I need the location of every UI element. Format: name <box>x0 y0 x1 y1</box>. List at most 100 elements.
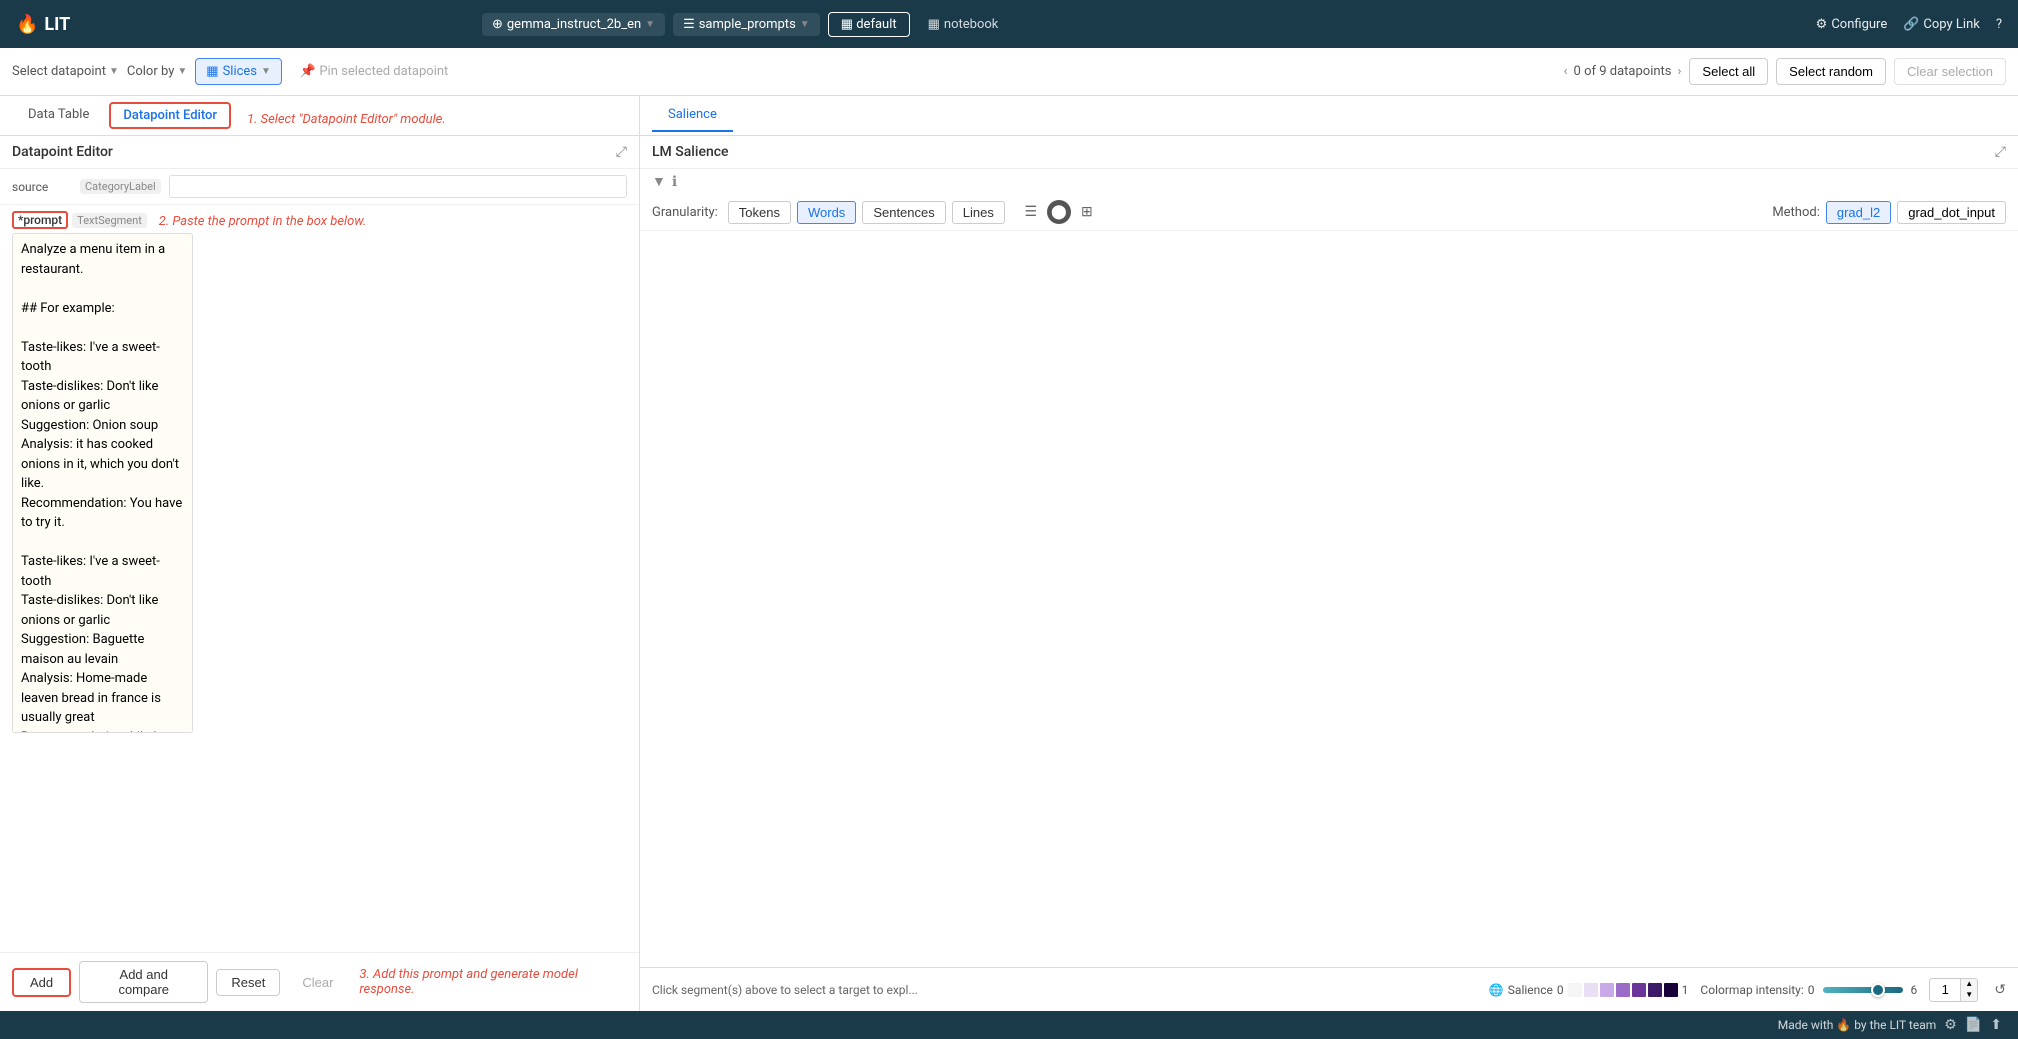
datapoints-count: 0 of 9 datapoints <box>1574 64 1672 79</box>
prompt-type: TextSegment <box>72 213 147 228</box>
colormap-thumb <box>1871 983 1885 997</box>
number-arrows: ▲ ▼ <box>1960 979 1977 1001</box>
select-datapoint-label: Select datapoint <box>12 64 106 79</box>
left-tab-bar: Data Table Datapoint Editor 1. Select "D… <box>0 96 639 136</box>
add-compare-button[interactable]: Add and compare <box>79 961 208 1003</box>
model-chevron: ▼ <box>645 19 655 30</box>
pin-button[interactable]: 📌 Pin selected datapoint <box>290 59 458 84</box>
colormap-label: Colormap intensity: <box>1700 983 1803 997</box>
footer-icon-2[interactable]: 📄 <box>1965 1017 1982 1033</box>
colormap-value-input[interactable] <box>1930 980 1960 999</box>
tab-data-table[interactable]: Data Table <box>12 99 105 132</box>
footer-text: Made with 🔥 by the LIT team <box>1778 1018 1936 1032</box>
prompt-label-container: *prompt TextSegment 2. Paste the prompt … <box>12 209 366 229</box>
granularity-sentences[interactable]: Sentences <box>862 201 945 224</box>
status-text: Click segment(s) above to select a targe… <box>652 983 1477 997</box>
granularity-tokens[interactable]: Tokens <box>728 201 791 224</box>
right-module-title: LM Salience <box>652 144 729 160</box>
right-expand-icon[interactable]: ⤢ <box>1995 144 2006 160</box>
granularity-lines[interactable]: Lines <box>952 201 1005 224</box>
configure-button[interactable]: ⚙ Configure <box>1816 17 1888 32</box>
color-by-dropdown[interactable]: Color by ▼ <box>127 64 187 79</box>
salience-content <box>640 231 2018 967</box>
salience-min: 0 <box>1557 983 1564 997</box>
number-up[interactable]: ▲ <box>1961 979 1977 990</box>
bottom-bar: Click segment(s) above to select a targe… <box>640 967 2018 1011</box>
select-datapoint-dropdown[interactable]: Select datapoint ▼ <box>12 64 119 79</box>
colormap-slider[interactable] <box>1823 987 1903 993</box>
select-random-button[interactable]: Select random <box>1776 58 1886 85</box>
flame-icon: 🔥 <box>16 14 38 35</box>
configure-label: Configure <box>1831 17 1887 32</box>
footer-icon-3[interactable]: ⬆ <box>1990 1017 2002 1033</box>
salience-controls: Granularity: Tokens Words Sentences Line… <box>640 194 2018 231</box>
select-all-button[interactable]: Select all <box>1689 58 1768 85</box>
colormap-max: 6 <box>1911 983 1918 997</box>
toolbar: Select datapoint ▼ Color by ▼ ▦ Slices ▼… <box>0 48 2018 96</box>
swatch-1 <box>1568 983 1582 997</box>
module-title: Datapoint Editor <box>12 144 113 160</box>
expand-icon[interactable]: ⤢ <box>616 144 627 160</box>
color-swatches <box>1568 983 1678 997</box>
source-label: source <box>12 180 72 194</box>
number-input-container: ▲ ▼ <box>1929 978 1978 1002</box>
left-panel: Data Table Datapoint Editor 1. Select "D… <box>0 96 640 1011</box>
dataset-icon: ☰ <box>683 17 695 32</box>
footer-icon-1[interactable]: ⚙ <box>1944 1017 1957 1033</box>
prompt-textarea[interactable] <box>12 233 193 733</box>
number-down[interactable]: ▼ <box>1961 990 1977 1001</box>
prompt-label: *prompt <box>12 211 68 229</box>
source-type: CategoryLabel <box>80 179 161 194</box>
datapoints-nav: ‹ 0 of 9 datapoints › <box>1564 64 1682 79</box>
default-tab[interactable]: ▦ default <box>828 12 910 37</box>
slices-icon: ▦ <box>206 64 218 79</box>
notebook-icon: ▦ <box>928 17 940 32</box>
instruction-2: 2. Paste the prompt in the box below. <box>159 212 367 229</box>
slices-dropdown[interactable]: ▦ Slices ▼ <box>195 58 282 85</box>
dataset-selector[interactable]: ☰ sample_prompts ▼ <box>673 13 820 36</box>
granularity-words[interactable]: Words <box>797 201 856 224</box>
source-field-row: source CategoryLabel <box>0 169 639 205</box>
salience-indicator: 🌐 Salience 0 1 <box>1489 983 1689 997</box>
footer: Made with 🔥 by the LIT team ⚙ 📄 ⬆ <box>0 1011 2018 1039</box>
help-button[interactable]: ? <box>1996 17 2002 32</box>
circle-view-icon[interactable]: ⬤ <box>1047 200 1071 224</box>
swatch-4 <box>1616 983 1630 997</box>
model-name: gemma_instruct_2b_en <box>507 17 641 32</box>
source-input[interactable] <box>169 175 627 198</box>
grid-view-icon[interactable]: ⊞ <box>1075 200 1099 224</box>
salience-info-icon[interactable]: ℹ <box>672 174 677 190</box>
colormap-min: 0 <box>1808 983 1815 997</box>
method-grad-l2[interactable]: grad_l2 <box>1826 201 1891 224</box>
nav-prev[interactable]: ‹ <box>1564 64 1568 79</box>
main-content: Data Table Datapoint Editor 1. Select "D… <box>0 96 2018 1011</box>
refresh-icon[interactable]: ↺ <box>1994 982 2006 998</box>
model-selector[interactable]: ⊕ gemma_instruct_2b_en ▼ <box>482 13 665 36</box>
swatch-5 <box>1632 983 1646 997</box>
tab-datapoint-editor[interactable]: Datapoint Editor <box>109 102 231 129</box>
link-icon: 🔗 <box>1903 17 1919 32</box>
editor-bottom: Add Add and compare Reset Clear 3. Add t… <box>0 952 639 1011</box>
header-right: ⚙ Configure 🔗 Copy Link ? <box>1816 17 2002 32</box>
slices-chevron: ▼ <box>261 66 271 77</box>
reset-button[interactable]: Reset <box>216 969 280 996</box>
right-module-header: LM Salience ⤢ <box>640 136 2018 169</box>
logo: 🔥 LIT <box>16 14 70 35</box>
model-icon: ⊕ <box>492 17 503 32</box>
view-icons: ☰ ⬤ ⊞ <box>1019 200 1099 224</box>
clear-selection-button[interactable]: Clear selection <box>1894 58 2006 85</box>
salience-max: 1 <box>1682 983 1689 997</box>
add-button[interactable]: Add <box>12 968 71 997</box>
copylink-button[interactable]: 🔗 Copy Link <box>1903 17 1980 32</box>
method-grad-dot[interactable]: grad_dot_input <box>1897 201 2006 224</box>
list-view-icon[interactable]: ☰ <box>1019 200 1043 224</box>
help-icon: ? <box>1996 17 2002 32</box>
clear-button[interactable]: Clear <box>288 970 347 995</box>
notebook-tab[interactable]: ▦ notebook <box>918 13 1009 36</box>
salience-dropdown-icon[interactable]: ▼ <box>652 173 666 190</box>
tab-salience[interactable]: Salience <box>652 99 733 132</box>
nav-next[interactable]: › <box>1678 64 1682 79</box>
swatch-7 <box>1664 983 1678 997</box>
salience-info-row: ▼ ℹ <box>640 169 2018 194</box>
module-header: Datapoint Editor ⤢ <box>0 136 639 169</box>
